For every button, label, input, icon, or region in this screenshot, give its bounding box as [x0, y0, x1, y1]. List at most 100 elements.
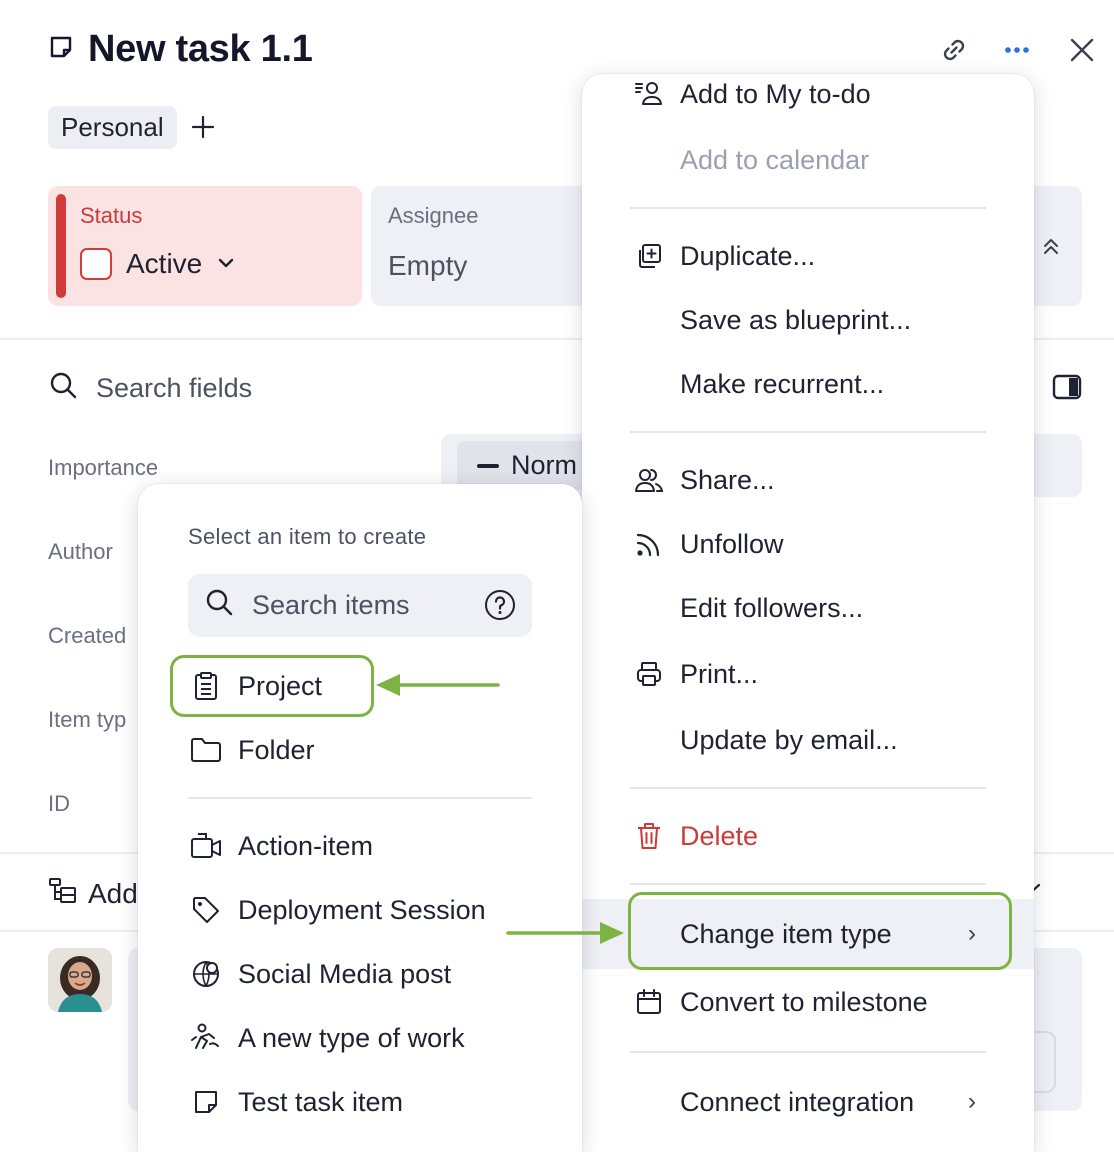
create-item-project[interactable]: Project	[138, 658, 582, 714]
menu-item-connect-integration[interactable]: Connect integration ›	[582, 1074, 1034, 1130]
more-options-icon[interactable]	[1001, 34, 1033, 66]
tag-row: Personal	[48, 106, 215, 149]
id-label: ID	[48, 791, 70, 816]
create-item-menu: Select an item to create Search items Pr…	[138, 484, 582, 1152]
project-clipboard-icon	[190, 670, 222, 702]
menu-item-save-as-blueprint[interactable]: Save as blueprint...	[582, 292, 1034, 348]
printer-icon	[634, 659, 664, 689]
create-item-new-type-of-work[interactable]: A new type of work	[138, 1010, 582, 1066]
create-item-label: Social Media post	[238, 958, 452, 989]
menu-item-label: Print...	[680, 658, 759, 689]
arrow-to-project-icon	[376, 674, 500, 696]
search-icon	[48, 370, 78, 407]
share-users-icon	[634, 465, 664, 495]
menu-item-label: Add to calendar	[680, 144, 870, 175]
create-item-social-media-post[interactable]: Social Media post	[138, 946, 582, 1002]
menu-item-update-by-email[interactable]: Update by email...	[582, 712, 1034, 768]
add-tag-icon[interactable]	[191, 111, 215, 145]
avatar[interactable]	[48, 948, 112, 1012]
menu-item-label: Make recurrent...	[680, 368, 885, 399]
menu-item-add-to-calendar[interactable]: Add to calendar	[582, 132, 1034, 188]
importance-label: Importance	[48, 455, 159, 480]
menu-item-unfollow[interactable]: Unfollow	[582, 516, 1034, 572]
create-item-label: Action-item	[238, 830, 374, 861]
status-value: Active	[126, 248, 203, 279]
copy-link-icon[interactable]	[938, 34, 970, 66]
status-dropdown[interactable]: Active	[80, 248, 236, 280]
action-item-icon	[190, 830, 222, 862]
menu-separator	[630, 1051, 986, 1053]
new-work-icon	[190, 1022, 222, 1054]
panel-toggle-icon[interactable]	[1052, 374, 1082, 405]
menu-item-delete[interactable]: Delete	[582, 808, 1034, 864]
subitems-icon	[48, 876, 78, 911]
tag-icon	[190, 894, 222, 926]
social-media-icon	[190, 958, 222, 990]
menu-separator	[630, 787, 986, 789]
close-icon[interactable]	[1066, 34, 1098, 66]
search-items-input[interactable]: Search items	[188, 574, 532, 637]
duplicate-icon	[634, 241, 664, 271]
menu-separator	[630, 883, 986, 885]
status-card[interactable]: Status Active	[48, 186, 362, 306]
more-options-menu: Add to My to-do Add to calendar Duplicat…	[582, 74, 1034, 1152]
add-subitem-button[interactable]: Add	[48, 876, 138, 911]
menu-item-label: Unfollow	[680, 528, 784, 559]
item-type-label: Item typ	[48, 707, 127, 732]
search-icon	[204, 587, 234, 624]
create-item-label: Test task item	[238, 1086, 404, 1117]
trash-icon	[634, 821, 664, 851]
status-label: Status	[80, 203, 143, 228]
calendar-icon	[634, 987, 664, 1017]
menu-item-label: Update by email...	[680, 724, 898, 755]
help-icon[interactable]	[484, 589, 516, 621]
search-items-placeholder: Search items	[252, 590, 410, 620]
menu-item-edit-followers[interactable]: Edit followers...	[582, 580, 1034, 636]
chevron-down-icon	[216, 248, 236, 280]
change-item-type-highlight	[628, 892, 1012, 970]
rss-icon	[634, 529, 664, 559]
normal-dash-icon	[477, 463, 499, 468]
menu-item-label: Save as blueprint...	[680, 304, 912, 335]
menu-item-label: Connect integration	[680, 1086, 915, 1117]
create-item-test-task-item[interactable]: Test task item	[138, 1074, 582, 1130]
menu-item-label: Add to My to-do	[680, 78, 871, 109]
menu-item-label: Share...	[680, 464, 775, 495]
menu-item-add-to-todo[interactable]: Add to My to-do	[582, 66, 1034, 122]
menu-item-share[interactable]: Share...	[582, 452, 1034, 508]
menu-item-print[interactable]: Print...	[582, 646, 1034, 702]
menu-item-label: Convert to milestone	[680, 986, 928, 1017]
menu-item-make-recurrent[interactable]: Make recurrent...	[582, 356, 1034, 412]
add-label: Add	[88, 877, 138, 909]
task-icon	[48, 34, 74, 65]
menu-item-duplicate[interactable]: Duplicate...	[582, 228, 1034, 284]
author-label: Author	[48, 539, 113, 564]
create-item-label: Deployment Session	[238, 894, 486, 925]
menu-item-label: Duplicate...	[680, 240, 816, 271]
menu-separator	[630, 431, 986, 433]
arrow-to-change-type-icon	[506, 922, 624, 944]
create-item-label: Folder	[238, 734, 315, 765]
search-fields-placeholder: Search fields	[96, 373, 253, 403]
folder-icon	[190, 734, 222, 766]
create-item-folder[interactable]: Folder	[138, 722, 582, 778]
status-color-bar	[56, 194, 66, 298]
search-fields-input[interactable]: Search fields	[48, 370, 252, 407]
importance-value: Norm	[511, 450, 577, 480]
assignee-label: Assignee	[388, 203, 479, 228]
create-item-label: Project	[238, 670, 323, 701]
status-checkbox[interactable]	[80, 248, 112, 280]
tag-personal[interactable]: Personal	[48, 106, 177, 149]
menu-item-convert-to-milestone[interactable]: Convert to milestone	[582, 974, 1034, 1030]
create-item-action-item[interactable]: Action-item	[138, 818, 582, 874]
collapse-icon[interactable]	[1040, 236, 1062, 263]
menu-separator	[630, 207, 986, 209]
menu-item-label: Edit followers...	[680, 592, 864, 623]
create-menu-title: Select an item to create	[188, 524, 427, 549]
chevron-right-icon: ›	[968, 1088, 976, 1115]
todo-icon	[634, 79, 664, 109]
assignee-value: Empty	[388, 250, 468, 281]
title-row: New task 1.1	[48, 28, 313, 71]
menu-item-label: Delete	[680, 820, 759, 851]
page-title[interactable]: New task 1.1	[88, 28, 313, 71]
